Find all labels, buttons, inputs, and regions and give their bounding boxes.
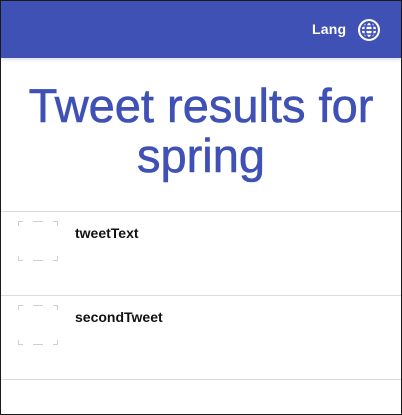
avatar-placeholder-icon <box>18 305 58 345</box>
avatar-placeholder-icon <box>18 221 58 261</box>
lang-label: Lang <box>312 21 347 37</box>
app-toolbar: Lang <box>1 1 401 58</box>
page-title: Tweet results for spring <box>28 79 374 182</box>
tweet-list-item[interactable]: tweetText <box>1 212 401 296</box>
tweet-list-item[interactable]: secondTweet <box>1 296 401 380</box>
language-button[interactable] <box>357 18 381 42</box>
app-window: Lang Tweet results for spring tweetText … <box>0 0 402 415</box>
list-divider <box>1 379 401 380</box>
tweet-text: tweetText <box>75 225 139 241</box>
globe-icon <box>358 19 380 41</box>
tweet-text: secondTweet <box>75 309 163 325</box>
